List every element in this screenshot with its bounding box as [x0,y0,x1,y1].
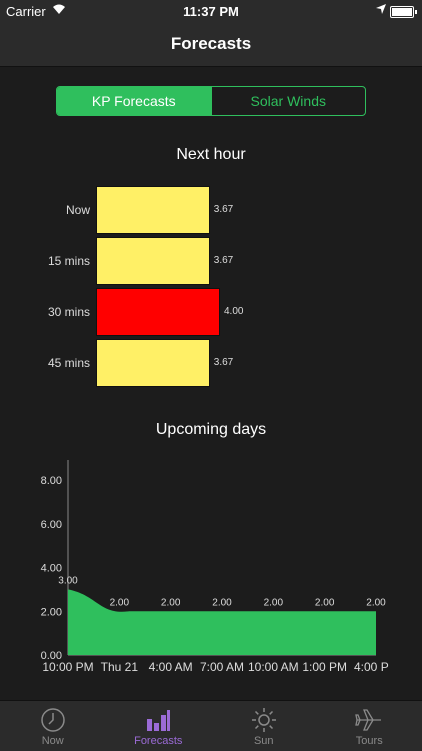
tab-label: Now [0,735,106,747]
nav-bar: Forecasts [0,22,422,67]
kp-bar [96,186,210,234]
airplane-icon [317,707,422,733]
battery-icon [390,6,414,18]
tab-sun[interactable]: Sun [211,701,317,751]
bar-label: Now [10,203,90,217]
segment-solar-winds[interactable]: Solar Winds [211,87,366,115]
status-time: 11:37 PM [0,4,422,19]
data-label: 2.00 [110,597,130,608]
tab-bar: Now Forecasts Sun Tours [0,700,422,751]
x-tick-label: 4:00 AM [149,660,193,674]
x-tick-label: Thu 21 [101,660,139,674]
tab-label: Forecasts [106,735,212,747]
x-tick-label: 10:00 PM [42,660,93,674]
data-label: 2.00 [161,597,181,608]
bar-label: 15 mins [10,254,90,268]
upcoming-days-chart: 0.002.004.006.008.003.002.002.002.002.00… [0,455,422,675]
tab-now[interactable]: Now [0,701,106,751]
bar-label: 30 mins [10,305,90,319]
data-label: 2.00 [315,597,335,608]
kp-bar [96,288,220,336]
data-label: 2.00 [264,597,284,608]
bar-value-label: 3.67 [214,255,233,266]
next-hour-title: Next hour [0,146,422,164]
x-tick-label: 10:00 AM [248,660,299,674]
bar-value-label: 3.67 [214,357,233,368]
tab-tours[interactable]: Tours [317,701,422,751]
bar-label: 45 mins [10,356,90,370]
location-arrow-icon [376,4,386,17]
kp-bar [96,339,210,387]
page-title: Forecasts [171,34,251,53]
y-tick-label: 8.00 [41,475,62,487]
y-tick-label: 6.00 [41,519,62,531]
data-label: 3.00 [58,575,78,586]
kp-bar [96,237,210,285]
bar-chart-icon [106,707,212,733]
x-tick-label: 7:00 AM [200,660,244,674]
data-label: 2.00 [212,597,232,608]
y-tick-label: 4.00 [41,563,62,575]
bar-value-label: 4.00 [224,306,243,317]
x-tick-label: 4:00 P [354,660,389,674]
tab-label: Sun [211,735,317,747]
forecast-segmented-control: KP Forecasts Solar Winds [56,86,366,116]
next-hour-row: 15 mins 3.67 [0,237,422,285]
y-tick-label: 2.00 [41,606,62,618]
data-label: 2.00 [366,597,386,608]
next-hour-row: Now 3.67 [0,186,422,234]
tab-label: Tours [317,735,422,747]
next-hour-row: 30 mins 4.00 [0,288,422,336]
next-hour-row: 45 mins 3.67 [0,339,422,387]
clock-icon [0,707,106,733]
upcoming-days-title: Upcoming days [0,421,422,439]
sun-icon [211,707,317,733]
x-tick-label: 1:00 PM [302,660,347,674]
segment-kp-forecasts[interactable]: KP Forecasts [57,87,211,115]
tab-forecasts[interactable]: Forecasts [106,701,212,751]
bar-value-label: 3.67 [214,204,233,215]
status-bar: Carrier 11:37 PM [0,0,422,22]
